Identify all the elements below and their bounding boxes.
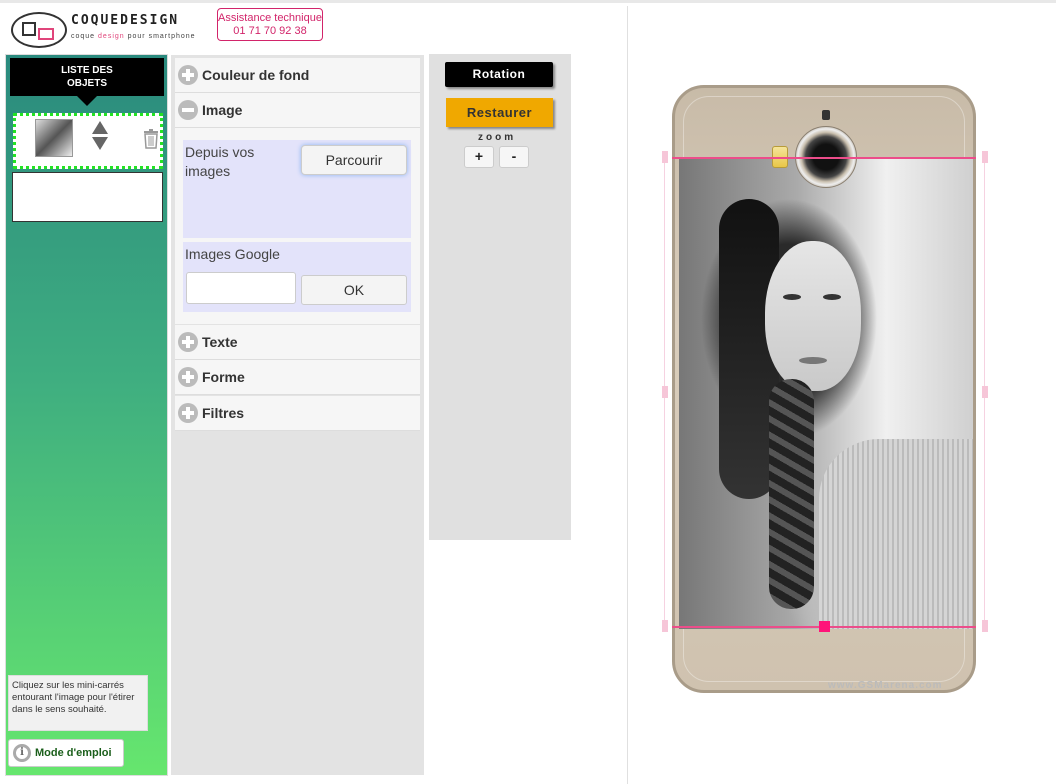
object-thumbnail[interactable] (35, 119, 73, 157)
watermark: www.GSMarena.com (828, 680, 943, 691)
tech-support-label: Assistance technique (218, 12, 322, 24)
collapse-icon (178, 100, 198, 120)
google-images-label: Images Google (185, 246, 280, 262)
restore-button[interactable]: Restaurer (446, 98, 553, 127)
logo[interactable]: COQUEDESIGN coque design pour smartphone (8, 10, 213, 50)
logo-tagline: coque design pour smartphone (71, 33, 196, 40)
object-item-image[interactable] (13, 113, 163, 169)
upload-label: Depuis vos images (185, 144, 255, 179)
zoom-label: zoom (478, 132, 517, 143)
google-ok-button[interactable]: OK (301, 275, 407, 305)
accordion-text[interactable]: Texte (175, 325, 420, 360)
object-item-empty[interactable] (12, 172, 163, 222)
sensor-icon (822, 110, 830, 120)
accordion-shape[interactable]: Forme (175, 360, 420, 395)
resize-handle-mr[interactable] (982, 386, 988, 398)
accordion-image[interactable]: Image (175, 93, 420, 128)
accordion-background-color[interactable]: Couleur de fond (175, 58, 420, 93)
tech-support-badge[interactable]: Assistance technique 01 71 70 92 38 (217, 8, 323, 41)
expand-icon (178, 65, 198, 85)
expand-icon (178, 367, 198, 387)
logo-text: COQUEDESIGN (71, 13, 180, 28)
resize-handle-tl[interactable] (662, 151, 668, 163)
top-border (0, 0, 1056, 3)
rotation-button[interactable]: Rotation (445, 62, 553, 87)
transform-panel: Rotation Restaurer zoom + - (429, 54, 571, 540)
move-down-icon[interactable] (92, 137, 108, 150)
title-pointer-icon (77, 96, 97, 106)
resize-handle-bl[interactable] (662, 620, 668, 632)
zoom-in-button[interactable]: + (464, 146, 494, 168)
upload-box: Depuis vos images Parcourir (183, 140, 411, 238)
tech-support-phone: 01 71 70 92 38 (233, 25, 307, 37)
logo-mark (11, 12, 67, 48)
tools-accordion: Couleur de fond Image Depuis vos images … (171, 55, 424, 775)
objects-list-title: LISTE DES OBJETS (10, 58, 164, 96)
resize-hint: Cliquez sur les mini-carrés entourant l'… (8, 675, 148, 731)
image-section-body: Depuis vos images Parcourir Images Googl… (175, 128, 420, 324)
google-images-box: Images Google OK (183, 242, 411, 312)
accordion-filters[interactable]: Filtres (175, 396, 420, 431)
user-guide-button[interactable]: i Mode d'emploi (8, 739, 124, 767)
user-photo[interactable] (679, 159, 973, 629)
trash-icon[interactable] (143, 129, 159, 149)
expand-icon (178, 332, 198, 352)
browse-button[interactable]: Parcourir (301, 145, 407, 175)
info-icon: i (13, 744, 31, 762)
user-guide-label: Mode d'emploi (35, 747, 112, 759)
move-up-icon[interactable] (92, 121, 108, 134)
expand-icon (178, 403, 198, 423)
resize-handle-tr[interactable] (982, 151, 988, 163)
selection-top-edge (672, 157, 976, 159)
zoom-out-button[interactable]: - (499, 146, 529, 168)
resize-handle-ml[interactable] (662, 386, 668, 398)
resize-handle-bottom[interactable] (819, 621, 830, 632)
resize-handle-br[interactable] (982, 620, 988, 632)
objects-panel: LISTE DES OBJETS Cliquez sur les mini-ca… (5, 54, 168, 776)
phone-case-preview (672, 85, 976, 693)
google-search-input[interactable] (186, 272, 296, 304)
